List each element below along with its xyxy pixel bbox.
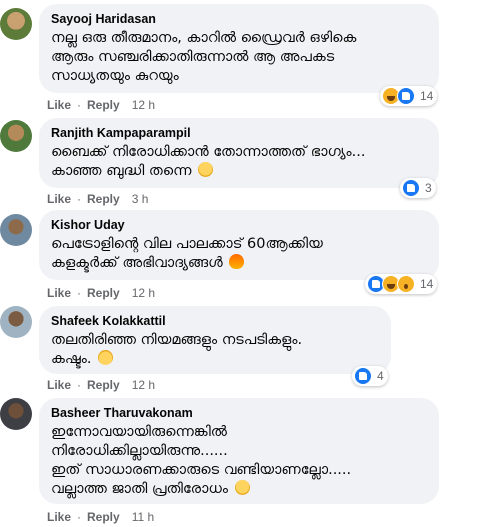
comment-actions: Like · Reply 11 h: [47, 510, 155, 524]
comment-time[interactable]: 12 h: [132, 286, 155, 300]
upside-down-emoji-icon: [98, 350, 114, 365]
reply-button[interactable]: Reply: [87, 98, 120, 112]
like-button[interactable]: Like: [47, 286, 71, 300]
reaction-summary[interactable]: 4: [352, 366, 388, 386]
comment-bubble: Basheer Tharuvakonam ഇന്നോവയായിരുന്നെങ്ക…: [39, 398, 439, 504]
comment-bubble: Ranjith Kampaparampil ബൈക്ക് നിരോധിക്കാൻ…: [39, 118, 439, 188]
comment-item: Basheer Tharuvakonam ഇന്നോവയായിരുന്നെങ്ക…: [0, 398, 484, 527]
smile-emoji-icon: [198, 162, 214, 177]
reply-button[interactable]: Reply: [87, 286, 120, 300]
comment-author[interactable]: Basheer Tharuvakonam: [51, 406, 427, 421]
like-button[interactable]: Like: [47, 98, 71, 112]
comment-actions: Like · Reply 12 h: [47, 98, 156, 112]
comment-author[interactable]: Shafeek Kolakkattil: [51, 314, 379, 329]
like-button[interactable]: Like: [47, 510, 71, 524]
comment-item: Sayooj Haridasan നല്ല ഒരു തീരുമാനം, കാറി…: [0, 0, 484, 112]
reply-button[interactable]: Reply: [87, 378, 120, 392]
reply-button[interactable]: Reply: [87, 192, 120, 206]
comment-item: Ranjith Kampaparampil ബൈക്ക് നിരോധിക്കാൻ…: [0, 116, 484, 221]
comment-author[interactable]: Sayooj Haridasan: [51, 12, 427, 27]
comment-text-body: പെട്രോളിന്റെ വില പാലക്കാട് 60ആക്കിയ കളക്…: [51, 236, 323, 271]
wow-reaction-icon: [397, 275, 415, 293]
comment-text-body: തലതിരിഞ്ഞ നിയമങ്ങളും നടപടികളും. കഷ്ടം.: [51, 332, 303, 367]
comment-text: ഇന്നോവയായിരുന്നെങ്കിൽ നിരോധിക്കില്ലായിരു…: [51, 423, 427, 499]
like-reaction-icon: [402, 179, 420, 197]
comment-text: പെട്രോളിന്റെ വില പാലക്കാട് 60ആക്കിയ കളക്…: [51, 235, 427, 273]
comment-text-body: ഇന്നോവയായിരുന്നെങ്കിൽ നിരോധിക്കില്ലായിരു…: [51, 424, 352, 497]
grin-emoji-icon: [234, 480, 250, 495]
like-button[interactable]: Like: [47, 192, 71, 206]
reaction-summary[interactable]: 3: [400, 178, 436, 198]
comment-author[interactable]: Kishor Uday: [51, 218, 427, 233]
avatar[interactable]: [0, 8, 32, 40]
avatar[interactable]: [0, 120, 32, 152]
comment-text: നല്ല ഒരു തീരുമാനം, കാറിൽ ഡ്രൈവർ ഒഴികെ ആര…: [51, 30, 357, 84]
like-button[interactable]: Like: [47, 378, 71, 392]
comment-item: Kishor Uday പെട്രോളിന്റെ വില പാലക്കാട് 6…: [0, 208, 484, 313]
comment-actions: Like · Reply 12 h: [47, 286, 156, 300]
fire-emoji-icon: [229, 254, 245, 269]
reaction-summary[interactable]: 14: [365, 274, 438, 294]
reaction-count: 14: [420, 89, 434, 103]
like-reaction-icon: [397, 87, 415, 105]
reaction-count: 14: [420, 277, 434, 291]
reaction-summary[interactable]: 14: [380, 86, 438, 106]
avatar[interactable]: [0, 306, 32, 338]
reaction-count: 4: [377, 369, 384, 383]
comment-author[interactable]: Ranjith Kampaparampil: [51, 126, 427, 141]
avatar[interactable]: [0, 214, 32, 246]
comment-item: Shafeek Kolakkattil തലതിരിഞ്ഞ നിയമങ്ങളും…: [0, 304, 484, 409]
avatar[interactable]: [0, 398, 32, 430]
comment-actions: Like · Reply 12 h: [47, 378, 156, 392]
comment-bubble: Kishor Uday പെട്രോളിന്റെ വില പാലക്കാട് 6…: [39, 210, 439, 280]
reaction-count: 3: [425, 181, 432, 195]
reply-button[interactable]: Reply: [87, 510, 120, 524]
comment-time[interactable]: 3 h: [132, 192, 149, 206]
comment-time[interactable]: 12 h: [132, 98, 155, 112]
comment-time[interactable]: 11 h: [132, 510, 154, 524]
comment-actions: Like · Reply 3 h: [47, 192, 149, 206]
comment-bubble: Shafeek Kolakkattil തലതിരിഞ്ഞ നിയമങ്ങളും…: [39, 306, 391, 374]
like-reaction-icon: [354, 367, 372, 385]
comment-text: തലതിരിഞ്ഞ നിയമങ്ങളും നടപടികളും. കഷ്ടം.: [51, 331, 379, 369]
comment-bubble: Sayooj Haridasan നല്ല ഒരു തീരുമാനം, കാറി…: [39, 4, 439, 93]
comment-time[interactable]: 12 h: [132, 378, 155, 392]
comment-text: ബൈക്ക് നിരോധിക്കാൻ തോന്നാത്തത് ഭാഗ്യം...…: [51, 143, 427, 181]
